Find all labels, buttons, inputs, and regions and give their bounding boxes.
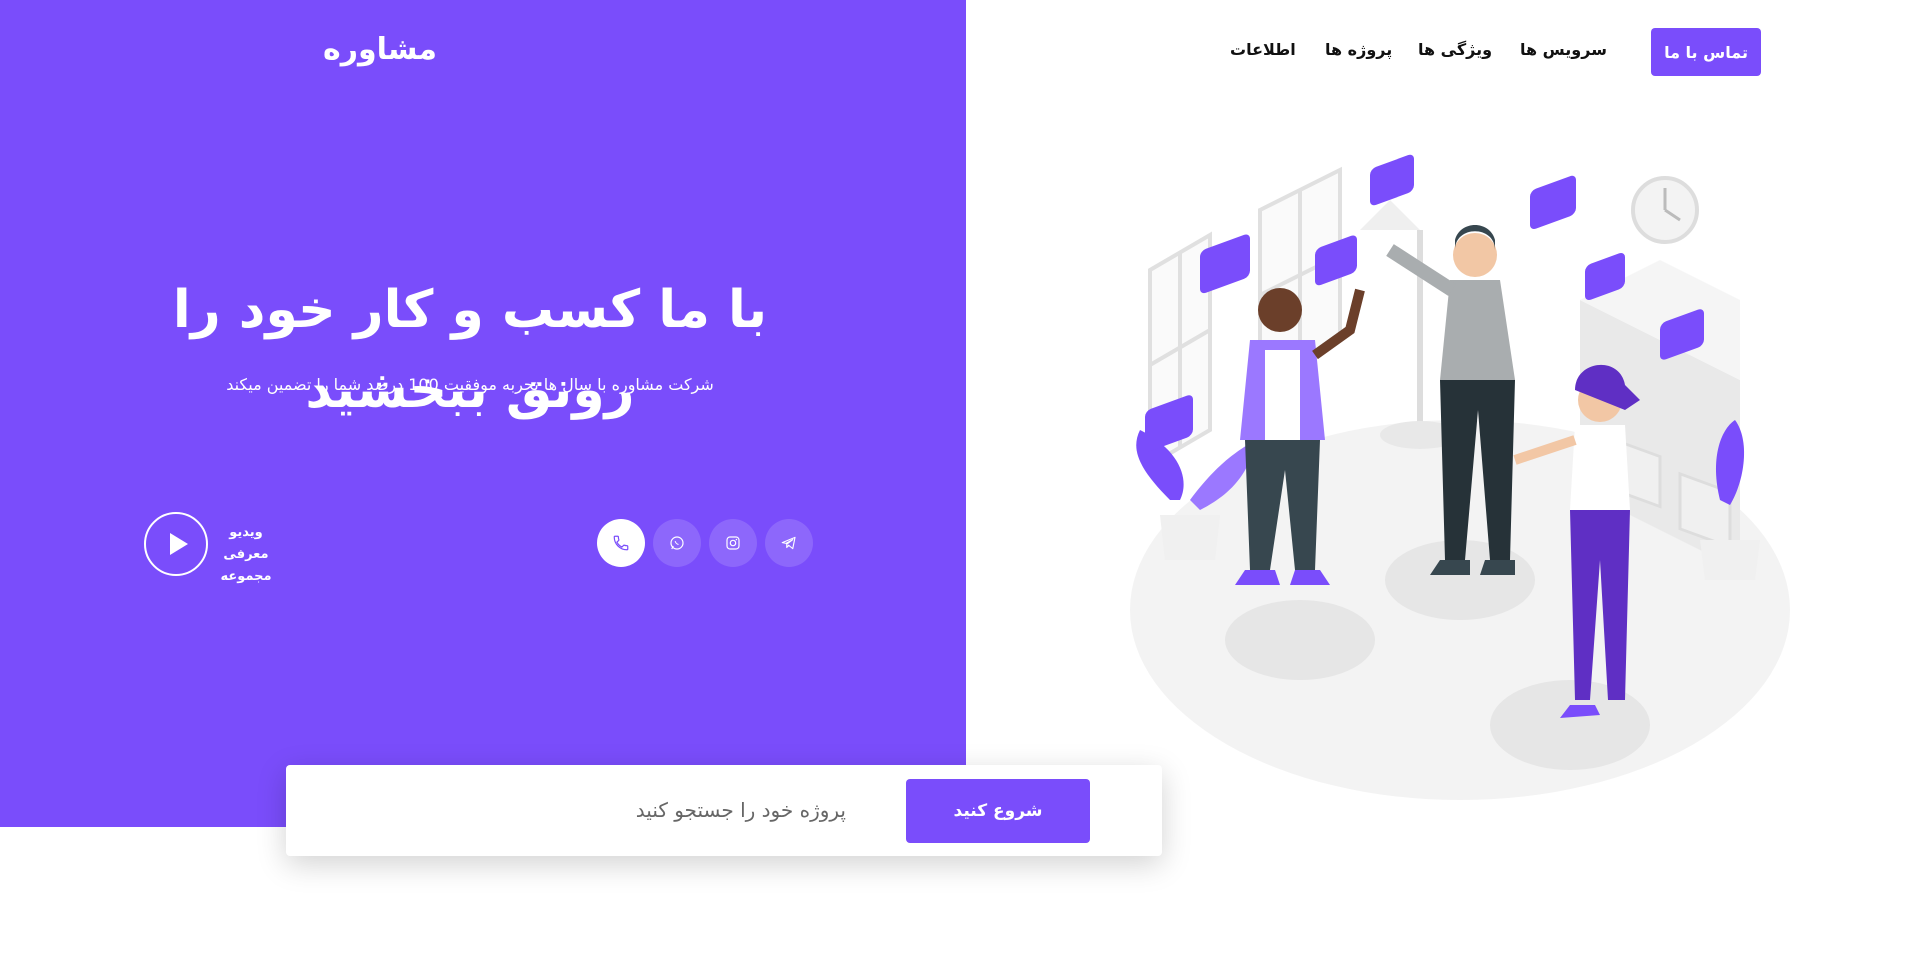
nav-item-projects[interactable]: پروژه ها (1325, 40, 1392, 59)
phone-button[interactable] (597, 519, 645, 567)
whatsapp-button[interactable] (653, 519, 701, 567)
nav-item-features[interactable]: ویژگی ها (1418, 40, 1492, 59)
whatsapp-icon (670, 536, 684, 550)
nav-item-services[interactable]: سرویس ها (1520, 40, 1607, 59)
hero-subtitle: شرکت مشاوره با سال ها تجربه موفقیت 100 د… (226, 375, 714, 394)
telegram-button[interactable] (765, 519, 813, 567)
play-video-button[interactable] (144, 512, 208, 576)
instagram-icon (726, 536, 740, 550)
video-label-line1: ویدیو معرفی (223, 525, 269, 562)
play-icon (169, 533, 188, 555)
nav-item-about[interactable]: اطلاعات (1230, 40, 1296, 59)
search-card: شروع کنید (286, 765, 1162, 856)
hero-title: با ما کسب و کار خود را رونق ببخشید (172, 280, 768, 420)
social-links (597, 519, 813, 567)
logo[interactable]: مشاوره (320, 30, 440, 70)
instagram-button[interactable] (709, 519, 757, 567)
video-label: ویدیو معرفی مجموعه (206, 522, 286, 588)
phone-icon (613, 535, 629, 551)
telegram-icon (781, 536, 796, 550)
contact-us-button[interactable]: تماس با ما (1651, 28, 1761, 76)
start-button[interactable]: شروع کنید (906, 779, 1090, 843)
video-label-line2: مجموعه (220, 569, 272, 584)
hero-illustration (1130, 154, 1790, 800)
project-search-input[interactable] (326, 783, 846, 837)
